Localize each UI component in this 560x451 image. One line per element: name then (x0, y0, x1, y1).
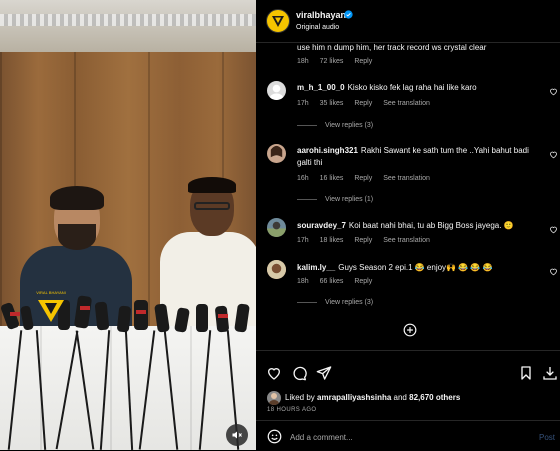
comment-text: aarohi.singh321 Rakhi Sawant ke sath tum … (297, 146, 529, 167)
comment-time: 18h (297, 278, 309, 285)
liked-by-avatar[interactable] (267, 391, 281, 405)
post-comment-button[interactable]: Post (539, 433, 555, 442)
comment-meta: 17h 18 likes Reply See translation (297, 237, 439, 244)
comment-likes[interactable]: 18 likes (320, 237, 344, 244)
reply-button[interactable]: Reply (354, 278, 372, 285)
view-replies-button[interactable]: View replies (3) (297, 299, 373, 306)
reply-button[interactable]: Reply (354, 58, 372, 65)
post-timestamp[interactable]: 18 HOURS AGO (267, 407, 316, 413)
see-translation-button[interactable]: See translation (383, 100, 430, 107)
view-replies-button[interactable]: View replies (1) (297, 196, 373, 203)
video-ceiling (0, 0, 256, 52)
comment-avatar[interactable] (267, 81, 286, 100)
comment-avatar[interactable] (267, 260, 286, 279)
post-header: viralbhayani Original audio (256, 0, 560, 43)
video-watermark: VIRAL BHAYANI (36, 290, 66, 295)
verified-badge-icon (344, 10, 353, 19)
comment-time: 17h (297, 100, 309, 107)
comment-avatar[interactable] (267, 144, 286, 163)
comments-list[interactable]: use him n dump him, her track record ws … (256, 42, 560, 350)
comment-meta: 18h 66 likes Reply (297, 278, 381, 285)
add-comment-bar: Post (256, 420, 560, 451)
like-comment-heart-icon[interactable] (549, 225, 558, 234)
comment-text: m_h_1_00_0 Kisko kisko fek lag raha hai l… (297, 83, 477, 92)
comment-time: 17h (297, 237, 309, 244)
speaker-muted-icon (232, 431, 242, 439)
see-translation-button[interactable]: See translation (383, 175, 430, 182)
reply-button[interactable]: Reply (354, 175, 372, 182)
profile-avatar[interactable] (266, 9, 290, 33)
profile-username[interactable]: viralbhayani (296, 10, 349, 20)
comment-likes[interactable]: 35 likes (320, 100, 344, 107)
share-send-icon[interactable] (316, 365, 332, 381)
mute-button[interactable] (226, 424, 248, 446)
comment-text: souravdey_7 Koi baat nahi bhai, tu ab Big… (297, 221, 514, 230)
comment-likes[interactable]: 72 likes (320, 58, 344, 65)
see-translation-button[interactable]: See translation (383, 237, 430, 244)
download-icon[interactable] (542, 365, 558, 381)
comment-input[interactable] (290, 429, 510, 445)
comment-bubble-icon[interactable] (291, 365, 307, 381)
comment-meta: 16h 16 likes Reply See translation (297, 175, 439, 182)
comment-time: 16h (297, 175, 309, 182)
comment-username[interactable]: aarohi.singh321 (297, 146, 358, 155)
viral-bhayani-logo-icon (272, 16, 284, 27)
like-heart-icon[interactable] (266, 365, 282, 381)
liked-by-text: Liked by amrapalliyashsinha and 82,670 o… (285, 393, 461, 402)
like-comment-heart-icon[interactable] (549, 267, 558, 276)
comment-text: kalim.ly__ Guys Season 2 epi.1 😂 enjoy🙌 😂… (297, 263, 493, 272)
liked-by-user[interactable]: amrapalliyashsinha (317, 393, 391, 402)
original-audio-link[interactable]: Original audio (296, 24, 339, 31)
comment-meta: 18h 72 likes Reply (297, 58, 381, 65)
comments-panel: viralbhayani Original audio use him n du… (256, 0, 560, 450)
emoji-smile-icon[interactable] (267, 429, 282, 444)
comment-meta: 17h 35 likes Reply See translation (297, 100, 439, 107)
liked-by-others[interactable]: 82,670 others (409, 393, 460, 402)
view-replies-button[interactable]: View replies (3) (297, 122, 373, 129)
comment-username[interactable]: souravdey_7 (297, 221, 346, 230)
comment-likes[interactable]: 16 likes (320, 175, 344, 182)
load-more-comments-icon[interactable] (403, 323, 417, 337)
like-comment-heart-icon[interactable] (549, 87, 558, 96)
save-bookmark-icon[interactable] (518, 365, 534, 381)
video-player[interactable]: VIRAL BHAYANI (0, 0, 256, 450)
post-actions: Liked by amrapalliyashsinha and 82,670 o… (256, 350, 560, 421)
instagram-post: VIRAL BHAYANI viralbhayani Original audi… (0, 0, 560, 450)
comment-time: 18h (297, 58, 309, 65)
comment-avatar[interactable] (267, 218, 286, 237)
comment-text: use him n dump him, her track record ws … (297, 43, 487, 52)
reply-button[interactable]: Reply (354, 100, 372, 107)
comment-username[interactable]: m_h_1_00_0 (297, 83, 345, 92)
comment-username[interactable]: kalim.ly__ (297, 263, 335, 272)
like-comment-heart-icon[interactable] (549, 150, 558, 159)
comment-likes[interactable]: 66 likes (320, 278, 344, 285)
reply-button[interactable]: Reply (354, 237, 372, 244)
viral-bhayani-logo-icon (38, 300, 64, 322)
